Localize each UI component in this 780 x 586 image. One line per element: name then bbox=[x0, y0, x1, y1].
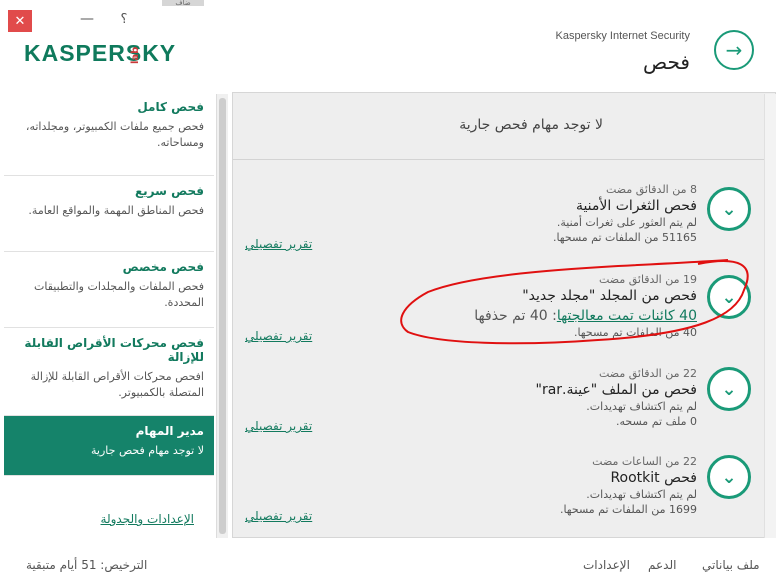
menu-item-desc: فحص جميع ملفات الكمبيوتر، ومجلداته، ومسا… bbox=[25, 120, 204, 149]
task-file-count: 0 ملف تم مسحه. bbox=[616, 415, 697, 428]
left-scrollbar[interactable] bbox=[216, 94, 228, 538]
kaspersky-logo: KASPERSKY bbox=[24, 40, 177, 66]
menu-item-desc: فحص الملفات والمجلدات والتطبيقات المحددة… bbox=[34, 280, 204, 309]
menu-item-title: مدير المهام bbox=[135, 424, 204, 438]
help-button[interactable]: ؟ bbox=[118, 8, 130, 30]
task-item: 8 من الدقائق مضت فحص الثغرات الأمنية لم … bbox=[233, 183, 777, 267]
task-name: فحص Rootkit bbox=[610, 470, 697, 486]
task-name: فحص من الملف "عينة.rar" bbox=[535, 382, 697, 398]
right-scrollbar[interactable] bbox=[764, 94, 776, 538]
chevron-down-icon[interactable]: ⌄ bbox=[707, 187, 751, 231]
chevron-down-icon[interactable]: ⌄ bbox=[707, 367, 751, 411]
product-name: Kaspersky Internet Security bbox=[555, 30, 690, 42]
kaspersky-logo-suffix: lab bbox=[130, 46, 141, 64]
task-name: فحص الثغرات الأمنية bbox=[575, 198, 697, 214]
task-file-count: 51165 من الملفات تم مسحها. bbox=[552, 231, 697, 244]
left-scrollbar-thumb[interactable] bbox=[219, 98, 226, 534]
menu-item-removable-drives-scan[interactable]: فحص محركات الأقراص القابلة للإزالة افحص … bbox=[4, 328, 214, 416]
forward-arrow-icon[interactable]: → bbox=[714, 30, 754, 70]
chevron-down-icon[interactable]: ⌄ bbox=[707, 455, 751, 499]
task-result: لم يتم اكتشاف تهديدات. bbox=[586, 488, 697, 501]
detailed-report-link[interactable]: تقرير تفصيلي bbox=[245, 509, 312, 523]
menu-item-title: فحص مخصص bbox=[122, 260, 204, 274]
menu-item-desc: لا توجد مهام فحص جارية bbox=[91, 444, 204, 457]
minimize-button[interactable]: — bbox=[80, 8, 94, 30]
task-item: 22 من الدقائق مضت فحص من الملف "عينة.rar… bbox=[233, 367, 777, 451]
detailed-report-link[interactable]: تقرير تفصيلي bbox=[245, 419, 312, 433]
menu-item-title: فحص محركات الأقراص القابلة للإزالة bbox=[24, 336, 204, 364]
settings-and-schedule-link[interactable]: الإعدادات والجدولة bbox=[101, 512, 194, 526]
scan-type-menu: فحص كامل فحص جميع ملفات الكمبيوتر، ومجلد… bbox=[4, 92, 214, 538]
close-button[interactable]: ✕ bbox=[8, 10, 32, 32]
task-result: لم يتم اكتشاف تهديدات. bbox=[586, 400, 697, 413]
detailed-report-link[interactable]: تقرير تفصيلي bbox=[245, 329, 312, 343]
task-file-count: 1699 من الملفات تم مسحها. bbox=[559, 503, 697, 516]
menu-item-title: فحص سريع bbox=[134, 184, 204, 198]
task-item: 22 من الساعات مضت فحص Rootkit لم يتم اكت… bbox=[233, 455, 777, 539]
menu-item-desc: افحص محركات الأقراص القابلة للإزالة المت… bbox=[30, 370, 204, 399]
menu-item-desc: فحص المناطق المهمة والمواقع العامة. bbox=[28, 204, 204, 217]
task-time: 8 من الدقائق مضت bbox=[605, 183, 697, 196]
task-time: 22 من الساعات مضت bbox=[592, 455, 697, 468]
license-status[interactable]: الترخيص: 51 أيام متبقية bbox=[26, 558, 147, 572]
no-running-tasks-text: لا توجد مهام فحص جارية bbox=[459, 117, 603, 133]
menu-item-custom-scan[interactable]: فحص مخصص فحص الملفات والمجلدات والتطبيقا… bbox=[4, 252, 214, 328]
red-annotation-ellipse bbox=[400, 259, 749, 345]
background-window-strip: ضاف bbox=[162, 0, 204, 6]
menu-item-task-manager[interactable]: مدير المهام لا توجد مهام فحص جارية bbox=[4, 416, 214, 476]
divider bbox=[233, 159, 775, 160]
task-time: 22 من الدقائق مضت bbox=[598, 367, 697, 380]
page-title: فحص bbox=[643, 50, 690, 74]
detailed-report-link[interactable]: تقرير تفصيلي bbox=[245, 237, 312, 251]
menu-item-full-scan[interactable]: فحص كامل فحص جميع ملفات الكمبيوتر، ومجلد… bbox=[4, 92, 214, 176]
my-profile-link[interactable]: ملف بياناتي bbox=[702, 558, 760, 572]
menu-item-title: فحص كامل bbox=[137, 100, 204, 114]
settings-link[interactable]: الإعدادات bbox=[583, 558, 630, 572]
support-link[interactable]: الدعم bbox=[648, 558, 676, 572]
task-result: لم يتم العثور على ثغرات أمنية. bbox=[556, 216, 697, 229]
menu-item-quick-scan[interactable]: فحص سريع فحص المناطق المهمة والمواقع الع… bbox=[4, 176, 214, 252]
